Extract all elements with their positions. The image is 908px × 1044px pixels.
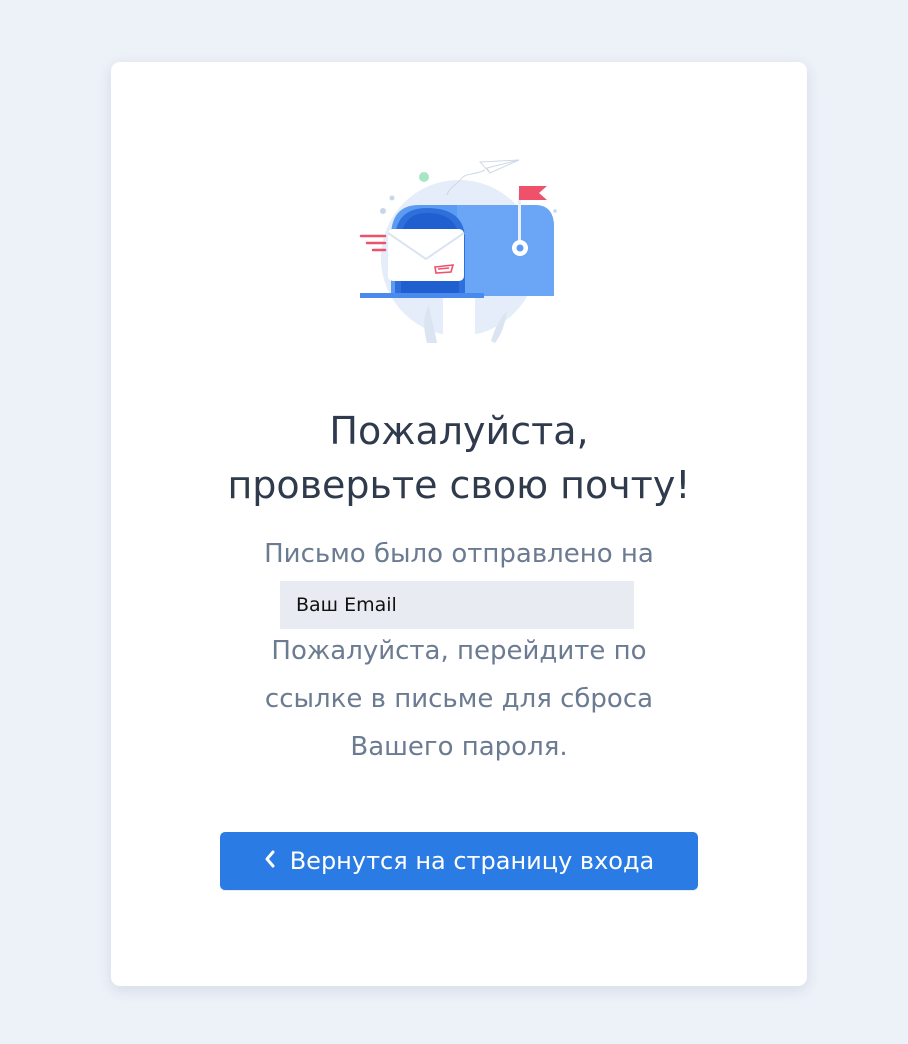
page-title-line-1: Пожалуйста, xyxy=(329,409,589,453)
email-display: Ваш Email xyxy=(280,581,634,629)
sent-to-text: Письмо было отправлено на xyxy=(264,539,654,569)
page-title-line-2: проверьте свою почту! xyxy=(227,463,691,507)
mailbox-illustration xyxy=(357,155,561,349)
instructions-line-2: ссылке в письме для сброса xyxy=(264,684,654,714)
instructions-line-3: Вашего пароля. xyxy=(350,732,568,762)
back-to-login-button[interactable]: Вернутся на страницу входа xyxy=(220,832,698,890)
page-title: Пожалуйста, проверьте свою почту! xyxy=(111,404,807,512)
instructions-line-1: Пожалуйста, перейдите по xyxy=(271,636,647,666)
chevron-left-icon xyxy=(264,831,276,889)
instructions-text: Пожалуйста, перейдите по ссылке в письме… xyxy=(111,627,807,771)
mailbox-icon xyxy=(359,159,557,343)
confirmation-card: Пожалуйста, проверьте свою почту! Письмо… xyxy=(111,62,807,986)
back-to-login-label: Вернутся на страницу входа xyxy=(289,847,655,875)
